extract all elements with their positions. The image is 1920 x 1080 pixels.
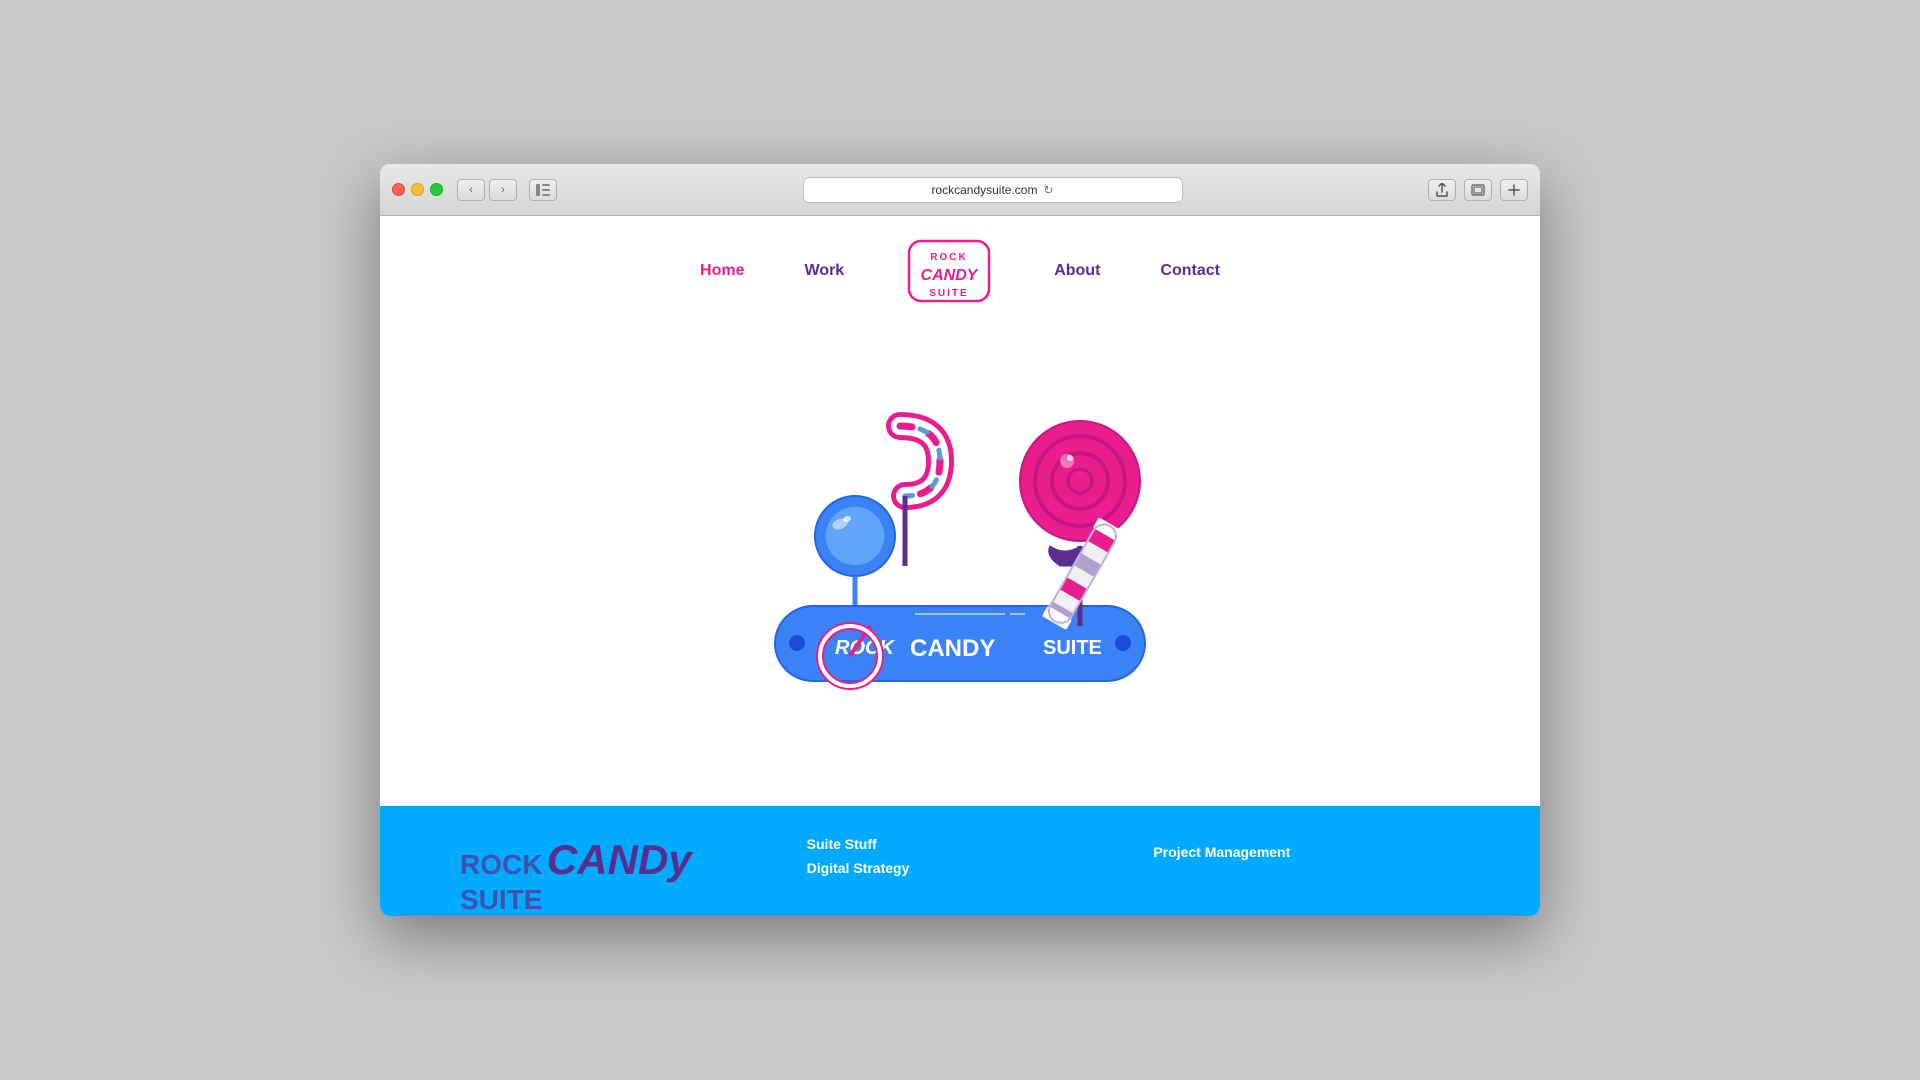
add-tab-button[interactable] [1500, 179, 1528, 201]
svg-text:ROCK: ROCK [835, 637, 895, 659]
footer-strip: ROCK CANDy SUITE Suite Stuff Digital Str… [380, 806, 1540, 916]
url-text: rockcandysuite.com [931, 183, 1037, 197]
hero-illustration: ROCK CANDY SUITE [720, 366, 1200, 736]
footer-col1-item1: Digital Strategy [807, 860, 1114, 876]
site-nav: Home Work ROCK CANDY SUITE About Contact [380, 216, 1540, 316]
svg-text:CANDY: CANDY [921, 267, 979, 284]
footer-col1-title: Suite Stuff [807, 836, 1114, 852]
traffic-lights [392, 183, 443, 196]
toolbar-right [1428, 179, 1528, 201]
website-content: Home Work ROCK CANDY SUITE About Contact [380, 216, 1540, 916]
address-bar-wrapper: rockcandysuite.com ↻ [565, 177, 1420, 203]
footer-logo-rock: ROCK [460, 849, 542, 880]
footer-col2-item1: Project Management [1153, 844, 1460, 860]
share-button[interactable] [1428, 179, 1456, 201]
svg-text:CANDY: CANDY [910, 635, 995, 662]
hero-section: ROCK CANDY SUITE [380, 316, 1540, 806]
forward-button[interactable]: › [489, 179, 517, 201]
site-logo[interactable]: ROCK CANDY SUITE [904, 236, 994, 306]
footer-col-2: Project Management [1153, 836, 1460, 860]
nav-about[interactable]: About [1054, 262, 1100, 280]
browser-toolbar: ‹ › rockcandysuite.com ↻ [380, 164, 1540, 216]
footer-logo: ROCK CANDy SUITE [460, 836, 767, 916]
tab-button[interactable] [1464, 179, 1492, 201]
minimize-button[interactable] [411, 183, 424, 196]
back-button[interactable]: ‹ [457, 179, 485, 201]
nav-home[interactable]: Home [700, 262, 744, 280]
nav-buttons: ‹ › [457, 179, 517, 201]
nav-contact[interactable]: Contact [1160, 262, 1220, 280]
svg-text:ROCK: ROCK [930, 252, 967, 263]
svg-text:SUITE: SUITE [1043, 637, 1102, 659]
browser-window: ‹ › rockcandysuite.com ↻ [380, 164, 1540, 916]
footer-col-1: Suite Stuff Digital Strategy [807, 836, 1114, 876]
address-bar[interactable]: rockcandysuite.com ↻ [803, 177, 1183, 203]
footer-logo-candy: CANDy [547, 836, 692, 883]
nav-work[interactable]: Work [804, 262, 844, 280]
reload-icon[interactable]: ↻ [1043, 183, 1053, 197]
sidebar-button[interactable] [529, 179, 557, 201]
maximize-button[interactable] [430, 183, 443, 196]
svg-text:SUITE: SUITE [929, 288, 968, 299]
footer-logo-suite: SUITE [460, 884, 542, 915]
close-button[interactable] [392, 183, 405, 196]
